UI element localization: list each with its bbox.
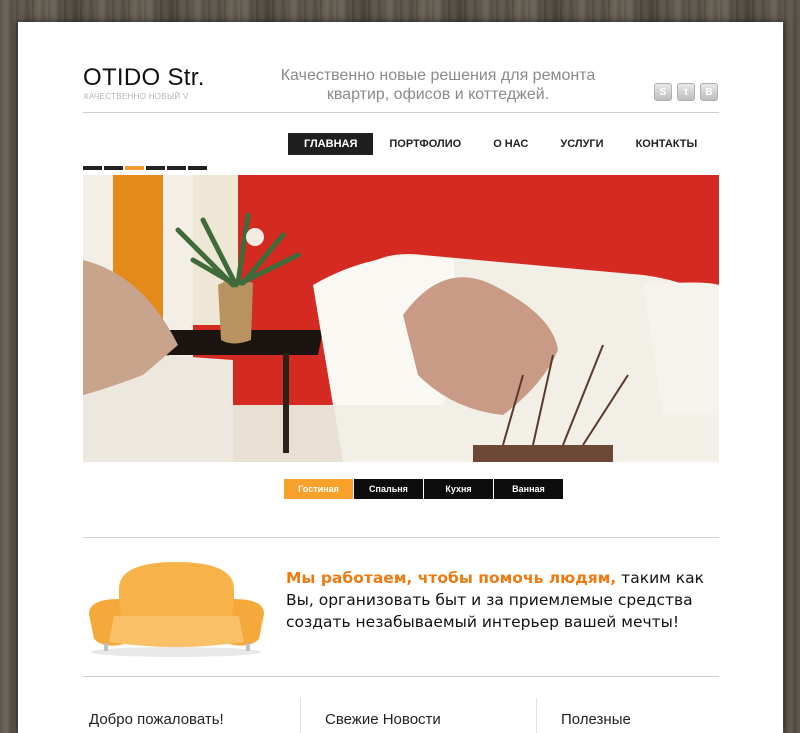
twitter-icon[interactable]: t: [677, 83, 695, 101]
column-divider: [536, 698, 537, 733]
page-container: OTIDO Str. КАЧЕСТВЕННО НОВЫЙ V Качествен…: [18, 22, 783, 733]
site-logo-title[interactable]: OTIDO Str.: [83, 64, 205, 92]
nav-item-about[interactable]: О НАС: [477, 133, 544, 155]
social-links: S t В: [654, 83, 718, 101]
tab-living-room[interactable]: Гостиная: [284, 479, 353, 499]
tab-bedroom[interactable]: Спальня: [354, 479, 423, 499]
nav-item-contacts[interactable]: КОНТАКТЫ: [620, 133, 714, 155]
column-divider: [300, 698, 301, 733]
slider-dot-active[interactable]: [125, 166, 144, 170]
tab-bathroom[interactable]: Ванная: [494, 479, 563, 499]
nav-item-portfolio[interactable]: ПОРТФОЛИО: [373, 133, 477, 155]
orange-sofa-image: [89, 562, 264, 657]
vkontakte-icon[interactable]: В: [700, 83, 718, 101]
slider-dot[interactable]: [146, 166, 165, 170]
mission-statement: Мы работаем, чтобы помочь людям, таким к…: [286, 567, 726, 633]
site-tagline: Качественно новые решения для ремонта кв…: [280, 67, 596, 103]
site-logo-subtitle: КАЧЕСТВЕННО НОВЫЙ V: [84, 92, 189, 101]
slider-dot[interactable]: [83, 166, 102, 170]
skype-icon[interactable]: S: [654, 83, 672, 101]
slider-dot[interactable]: [167, 166, 186, 170]
useful-heading: Полезные: [561, 711, 631, 728]
slider-indicators: [83, 166, 207, 170]
footer-divider: [83, 676, 719, 677]
living-room-illustration: [83, 175, 719, 462]
nav-item-home[interactable]: ГЛАВНАЯ: [288, 133, 374, 155]
welcome-heading: Добро пожаловать!: [89, 711, 224, 728]
slider-dot[interactable]: [188, 166, 207, 170]
room-tabs: Гостиная Спальня Кухня Ванная: [284, 479, 563, 499]
tab-kitchen[interactable]: Кухня: [424, 479, 493, 499]
section-divider: [83, 537, 719, 538]
main-nav: ГЛАВНАЯ ПОРТФОЛИО О НАС УСЛУГИ КОНТАКТЫ: [288, 133, 713, 155]
slider-dot[interactable]: [104, 166, 123, 170]
header-divider: [83, 112, 719, 113]
hero-image: [83, 175, 719, 462]
mission-highlight: Мы работаем, чтобы помочь людям,: [286, 569, 617, 587]
nav-item-services[interactable]: УСЛУГИ: [544, 133, 619, 155]
news-heading: Свежие Новости: [325, 711, 441, 728]
